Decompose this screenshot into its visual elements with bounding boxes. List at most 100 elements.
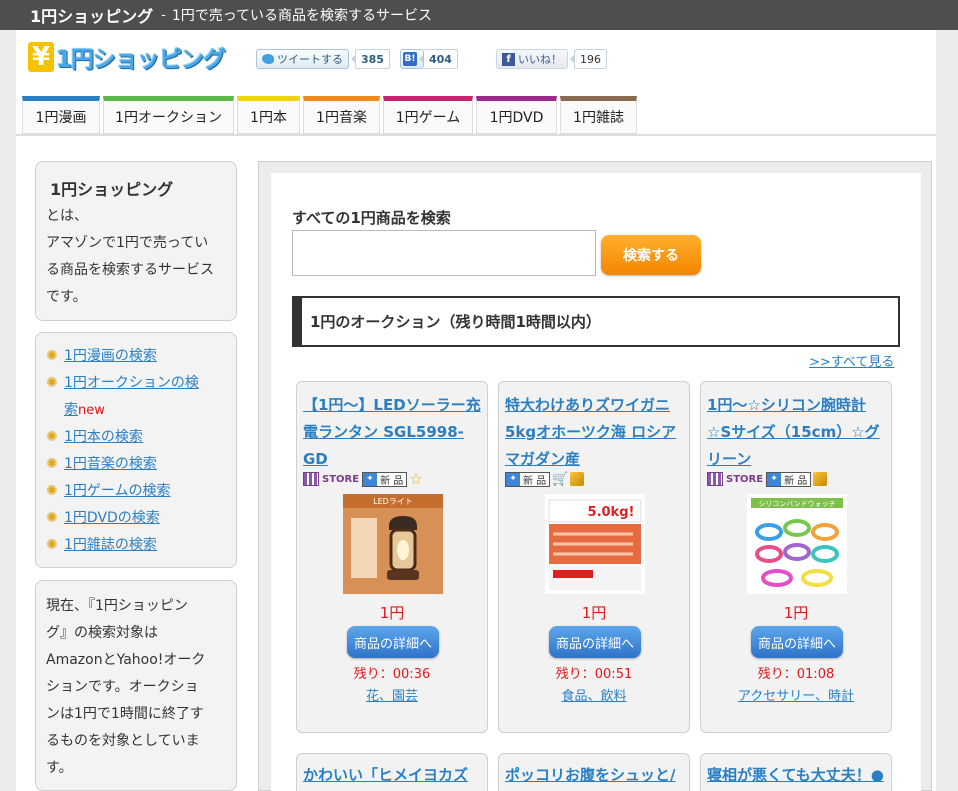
remaining-time: 残り：00:36: [353, 667, 431, 682]
sidebar-item-auction-cont: 索 new: [46, 397, 226, 424]
item-detail-button[interactable]: 商品の詳細へ: [751, 626, 843, 658]
sidebar-item-game: ✺ 1円ゲームの検索: [46, 478, 226, 505]
sidebar-link-auction-cont[interactable]: 索: [64, 397, 78, 424]
new-label: 新 品: [784, 475, 808, 487]
about-text-4: です。: [46, 289, 87, 305]
auction-card: ポッコリお腹をシュッと/: [498, 753, 690, 791]
item-price: 1円: [783, 604, 809, 622]
flower-bullet-icon: ✺: [46, 483, 58, 499]
flower-bullet-icon: ✺: [46, 537, 58, 553]
tab-1yen-manga[interactable]: 1円漫画: [22, 96, 100, 134]
flower-bullet-icon: ✺: [46, 429, 58, 445]
sidebar-link-book[interactable]: 1円本の検索: [64, 424, 143, 451]
tab-1yen-magazine[interactable]: 1円雑誌: [560, 96, 637, 134]
new-icon: ✦: [506, 472, 520, 486]
product-image-watch[interactable]: シリコンバンドウォッチ: [747, 494, 847, 594]
tab-label: 1円本: [250, 110, 287, 126]
store-badge: STORE: [303, 472, 359, 486]
see-all-link[interactable]: >>すべて見る: [809, 351, 894, 370]
item-price: 1円: [581, 604, 607, 622]
search-input[interactable]: [292, 230, 596, 276]
sidebar-item-magazine: ✺ 1円雑誌の検索: [46, 532, 226, 559]
new-item-badge: ✦ 新 品: [766, 471, 812, 487]
tab-1yen-auction[interactable]: 1円オークション: [103, 96, 234, 134]
item-category-link[interactable]: 花、園芸: [297, 685, 487, 704]
item-title-link[interactable]: ポッコリお腹をシュッと/: [505, 764, 687, 785]
item-title-link[interactable]: 寝相が悪くても大丈夫！●: [707, 764, 889, 785]
top-bar: 1円ショッピング - 1円で売っている商品を検索するサービス: [0, 0, 958, 30]
about-title: 1円ショッピング: [50, 180, 174, 199]
tab-1yen-book[interactable]: 1円本: [237, 96, 300, 134]
about-text-2: アマゾンで1円で売ってい: [46, 235, 209, 251]
item-category-link[interactable]: 食品、飲料: [499, 685, 689, 704]
auction-card: 特大わけありズワイガニ 5kgオホーツク海 ロシアマガダン産 ✦ 新 品 🛒 5.…: [498, 381, 690, 733]
item-title-link[interactable]: かわいい「ヒメイヨカズ: [303, 764, 485, 785]
flower-bullet-icon: ✺: [46, 375, 58, 391]
sidebar-link-magazine[interactable]: 1円雑誌の検索: [64, 532, 157, 559]
tweet-label: ツイートする: [277, 53, 343, 66]
twitter-bird-icon: [262, 54, 274, 64]
about-text-1: とは、: [46, 208, 88, 224]
item-title-link[interactable]: 1円〜☆シリコン腕時計☆Sサイズ（15cm）☆グリーン: [707, 392, 889, 473]
tab-1yen-dvd[interactable]: 1円DVD: [476, 96, 557, 134]
notice-line: す。: [46, 760, 73, 776]
sidebar-link-dvd[interactable]: 1円DVDの検索: [64, 505, 160, 532]
hatena-count: 404: [419, 49, 458, 69]
item-badges: STORE ✦ 新 品 ☆: [303, 470, 423, 488]
store-label: STORE: [726, 473, 764, 485]
sidebar-item-dvd: ✺ 1円DVDの検索: [46, 505, 226, 532]
auction-card: 1円〜☆シリコン腕時計☆Sサイズ（15cm）☆グリーン STORE ✦ 新 品 シ…: [700, 381, 892, 733]
store-icon: [707, 472, 723, 486]
sidebar-link-manga[interactable]: 1円漫画の検索: [64, 343, 157, 370]
sidebar-item-manga: ✺ 1円漫画の検索: [46, 343, 226, 370]
tweet-widget: ツイートする 385: [256, 48, 390, 70]
main-content: すべての1円商品を検索 検索する 1円のオークション（残り時間1時間以内） >>…: [258, 161, 932, 791]
tab-label: 1円雑誌: [573, 110, 624, 126]
section-title: 1円のオークション（残り時間1時間以内）: [310, 313, 601, 331]
new-label: 新 品: [523, 475, 547, 487]
flower-bullet-icon: ✺: [46, 456, 58, 472]
remaining-time: 残り：01:08: [757, 667, 835, 682]
item-price: 1円: [379, 604, 405, 622]
product-image-lantern[interactable]: LEDライト: [343, 494, 443, 594]
notice-line: 現在、『1円ショッピン: [46, 598, 188, 614]
notice-line: ションです。オークショ: [46, 679, 199, 695]
sidebar-link-music[interactable]: 1円音楽の検索: [64, 451, 157, 478]
site-logo[interactable]: ¥ 1円ショッピング: [28, 40, 226, 74]
shipping-icon: [813, 472, 828, 486]
new-badge: new: [78, 403, 105, 418]
flower-bullet-icon: ✺: [46, 348, 58, 364]
sidebar-item-auction: ✺ 1円オークションの検: [46, 370, 226, 397]
item-detail-button[interactable]: 商品の詳細へ: [347, 626, 439, 658]
new-item-badge: ✦ 新 品: [505, 471, 551, 487]
star-icon: ☆: [409, 469, 423, 488]
notice-line: ンは1円で1時間に終了す: [46, 706, 204, 722]
like-label: いいね！: [518, 53, 562, 66]
site-name[interactable]: 1円ショッピング: [30, 3, 153, 27]
facebook-like-button[interactable]: f いいね！: [496, 49, 568, 69]
item-detail-button[interactable]: 商品の詳細へ: [549, 626, 641, 658]
tweet-count: 385: [351, 49, 390, 69]
tab-1yen-game[interactable]: 1円ゲーム: [383, 96, 473, 134]
sidebar-link-auction[interactable]: 1円オークションの検: [64, 370, 199, 397]
search-button[interactable]: 検索する: [601, 235, 701, 275]
yen-logo-icon: ¥: [28, 42, 54, 72]
sidebar-link-game[interactable]: 1円ゲームの検索: [64, 478, 171, 505]
tab-1yen-music[interactable]: 1円音楽: [303, 96, 380, 134]
item-title-link[interactable]: 【1円〜】LEDソーラー充電ランタン SGL5998-GD: [303, 392, 485, 473]
notice-line: るものを対象としていま: [46, 733, 200, 749]
image-caption: LEDライト: [373, 497, 413, 506]
category-tabs: 1円漫画 1円オークション 1円本 1円音楽 1円ゲーム 1円DVD 1円雑誌: [22, 96, 640, 134]
tweet-button[interactable]: ツイートする: [256, 49, 349, 69]
tab-label: 1円音楽: [316, 110, 367, 126]
product-image-crab[interactable]: 5.0kg!: [545, 494, 645, 594]
item-title-link[interactable]: 特大わけありズワイガニ 5kgオホーツク海 ロシアマガダン産: [505, 392, 687, 473]
about-box: 1円ショッピング とは、 アマゾンで1円で売ってい る商品を検索するサービス で…: [35, 161, 237, 321]
cart-icon: 🛒: [552, 471, 569, 487]
item-category-link[interactable]: アクセサリー、時計: [701, 685, 891, 704]
header: ¥ 1円ショッピング ツイートする 385 B! 404 f いいね！ 196 …: [16, 30, 936, 136]
about-text-3: る商品を検索するサービス: [46, 262, 214, 278]
store-icon: [303, 472, 319, 486]
title-separator: -: [161, 7, 166, 23]
remaining-time: 残り：00:51: [555, 667, 633, 682]
